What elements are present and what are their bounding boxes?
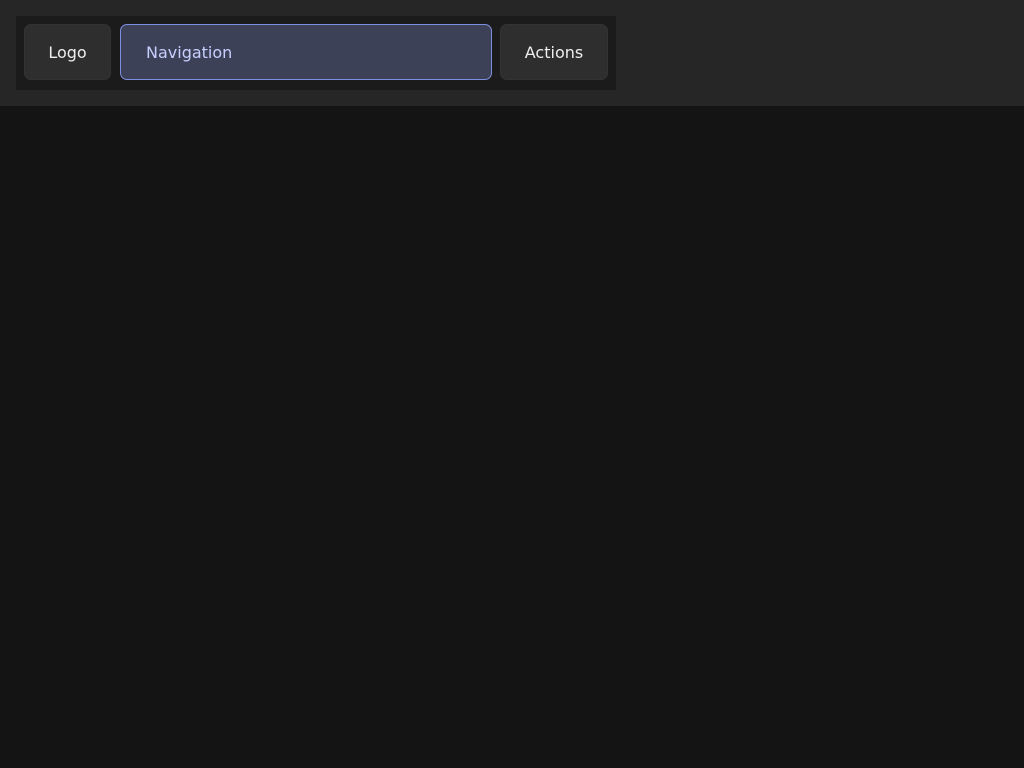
navigation-button[interactable]: Navigation: [120, 24, 492, 80]
logo-button[interactable]: Logo: [24, 24, 111, 80]
header-toolbar: Logo Navigation Actions: [16, 16, 616, 90]
actions-button[interactable]: Actions: [500, 24, 608, 80]
main-content-area: [0, 106, 1024, 768]
top-bar: Logo Navigation Actions: [0, 0, 1024, 106]
